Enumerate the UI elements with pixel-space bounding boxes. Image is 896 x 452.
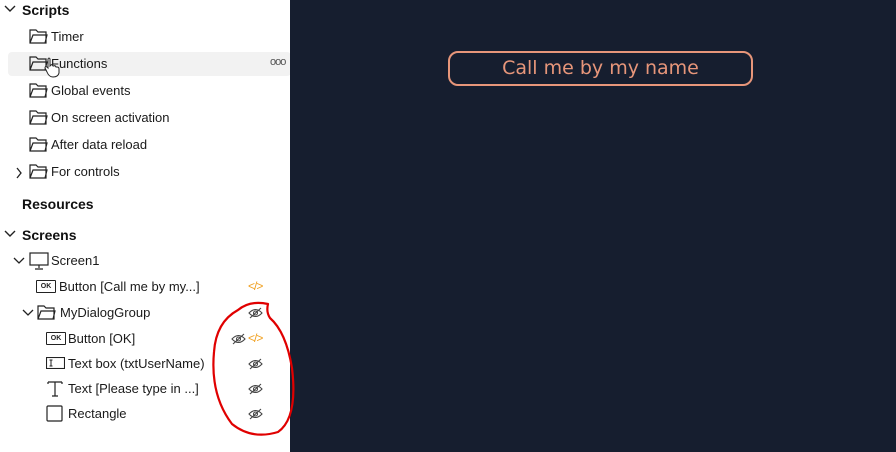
tree-item-textbox[interactable]: Text box (txtUserName) (0, 352, 290, 376)
tree-item-button-ok[interactable]: OK Button [OK] </> (0, 327, 290, 351)
folder-open-icon (37, 305, 56, 320)
tree-item-mydialoggroup[interactable]: MyDialogGroup (0, 301, 290, 325)
tree-item-label: Global events (51, 83, 131, 98)
tree-item-label: Timer (51, 29, 84, 44)
tree-item-screen1[interactable]: Screen1 (0, 249, 290, 273)
chevron-down-icon[interactable] (22, 308, 34, 318)
tree-item-on-screen-activation[interactable]: On screen activation (0, 106, 290, 130)
project-tree-panel: Scripts Timer Functions ooo Global event… (0, 0, 290, 452)
section-screens[interactable]: Screens (0, 223, 290, 247)
tree-item-functions[interactable]: Functions ooo (0, 52, 290, 78)
folder-icon (29, 137, 48, 152)
tree-item-rectangle[interactable]: Rectangle (0, 402, 290, 426)
tree-item-for-controls[interactable]: For controls (0, 160, 290, 184)
folder-icon (29, 164, 48, 179)
script-code-icon[interactable]: </> (248, 330, 263, 346)
tree-item-label: After data reload (51, 137, 148, 152)
button-control-icon: OK (36, 280, 56, 293)
chevron-down-icon[interactable] (4, 229, 16, 239)
monitor-icon (29, 252, 49, 270)
section-resources[interactable]: Resources (0, 192, 290, 216)
tree-item-text-please[interactable]: Text [Please type in ...] (0, 377, 290, 401)
section-screens-label: Screens (22, 227, 77, 243)
tree-item-button-call[interactable]: OK Button [Call me by my...] </> (0, 275, 290, 299)
tree-item-label: Text [Please type in ...] (68, 381, 199, 396)
tree-item-timer[interactable]: Timer (0, 25, 290, 49)
tree-item-label: Rectangle (68, 406, 127, 421)
eye-hidden-icon[interactable] (248, 383, 263, 395)
section-scripts-label: Scripts (22, 2, 70, 18)
tree-item-after-data-reload[interactable]: After data reload (0, 133, 290, 157)
tree-item-label: Text box (txtUserName) (68, 356, 205, 371)
chevron-down-icon[interactable] (13, 256, 25, 266)
chevron-down-icon[interactable] (4, 4, 16, 14)
eye-hidden-icon[interactable] (248, 307, 263, 319)
eye-hidden-icon[interactable] (231, 333, 246, 345)
folder-icon (29, 29, 48, 44)
tree-item-label: Button [Call me by my...] (59, 279, 200, 294)
tree-item-label: For controls (51, 164, 120, 179)
more-options-icon[interactable]: ooo (270, 54, 286, 70)
canvas-button-call-me[interactable]: Call me by my name (448, 51, 753, 86)
text-control-icon (47, 381, 63, 397)
tree-item-label: MyDialogGroup (60, 305, 151, 320)
section-resources-label: Resources (22, 196, 94, 212)
folder-icon (29, 110, 48, 125)
eye-hidden-icon[interactable] (248, 358, 263, 370)
button-control-icon: OK (46, 332, 66, 345)
tree-item-label: Screen1 (51, 253, 100, 268)
hand-cursor-icon (44, 57, 60, 78)
script-code-icon[interactable]: </> (248, 278, 263, 294)
rectangle-control-icon (46, 405, 63, 422)
tree-item-label: Button [OK] (68, 331, 136, 346)
section-scripts[interactable]: Scripts (0, 0, 290, 24)
tree-item-label: On screen activation (51, 110, 170, 125)
textbox-control-icon (46, 357, 65, 369)
chevron-right-icon[interactable] (15, 167, 23, 179)
folder-icon (29, 83, 48, 98)
eye-hidden-icon[interactable] (248, 408, 263, 420)
tree-item-global-events[interactable]: Global events (0, 79, 290, 103)
